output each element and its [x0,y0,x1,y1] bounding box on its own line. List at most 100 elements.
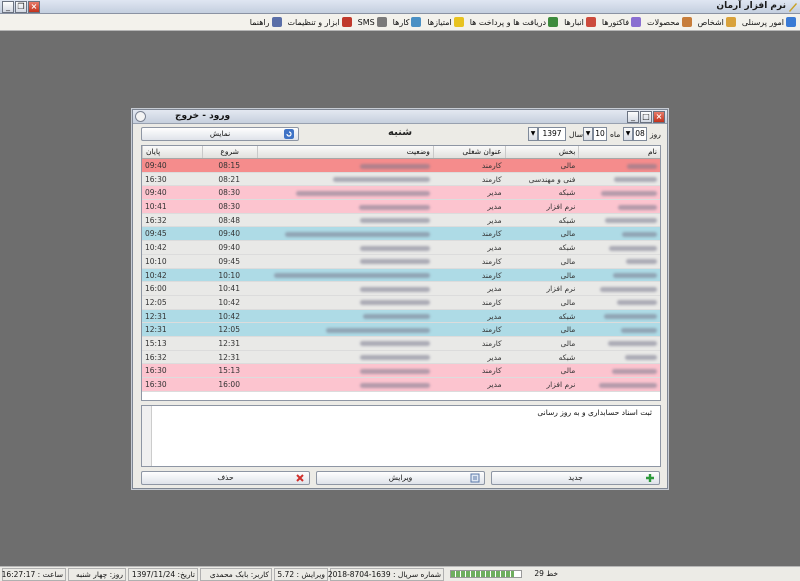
payment-icon [548,17,559,27]
redacted-name [625,355,658,361]
redacted-text [325,327,430,333]
status-serial: شماره سریال : 1639-8704-2018 [328,568,444,581]
menu-item-tools[interactable]: ابزار و تنظیمات [288,17,352,27]
cell-status [257,364,433,377]
cell-end: 16:32 [145,215,167,225]
close-button[interactable]: × [28,1,40,13]
dialog-menu-icon[interactable] [135,111,146,122]
menu-item-invoice[interactable]: فاکتورها [602,17,642,27]
menu-item-label: اشخاص [697,17,724,27]
status-progress-bar [450,570,522,578]
redacted-text [359,286,430,292]
col-department[interactable]: بخش [504,146,579,158]
menu-item-personnel[interactable]: امور پرسنلی [742,17,796,27]
table-row[interactable]: 10:42 09:40 مدیر شبکه [142,241,660,255]
cell-start: 09:45 [218,256,240,266]
cell-status [257,173,433,186]
show-button[interactable]: نمایش [141,127,299,141]
date-controls: نمایش شنبه ▼ 1397 سال ▼ 10 ماه ▼ 08 روز [133,127,667,143]
col-start[interactable]: شروع [201,146,257,158]
cell-start: 08:48 [218,215,240,225]
delete-button[interactable]: حذف [141,471,310,485]
table-row[interactable]: 10:42 10:10 کارمند مالی [142,268,660,283]
cell-end: 15:13 [145,338,167,348]
cell-start: 08:30 [218,202,240,212]
table-row[interactable]: 09:40 08:15 کارمند مالی [142,159,660,173]
table-row[interactable]: 16:30 15:13 کارمند مالی [142,364,660,378]
cell-name [578,310,660,323]
cell-end: 10:42 [145,270,167,280]
cell-status [257,241,433,254]
menu-item-product[interactable]: محصولات [647,17,692,27]
delete-button-label: حذف [217,473,234,482]
col-end[interactable]: پایان [142,146,202,158]
cell-job-title: کارمند [481,338,502,348]
cell-end: 16:30 [145,380,167,389]
cell-department: مالی [560,270,576,280]
app-title: نرم افزار آرمان [716,1,786,11]
cell-status [257,227,433,240]
cell-name [578,323,660,336]
menu-item-sms[interactable]: SMS [358,17,387,27]
col-name[interactable]: نام [578,146,660,158]
cell-end: 12:31 [145,311,167,321]
col-status[interactable]: وضعیت [256,146,433,158]
table-row[interactable]: 09:45 09:40 کارمند مالی [142,227,660,242]
table-row[interactable]: 16:32 12:31 مدیر شبکه [142,350,660,365]
menu-item-people[interactable]: اشخاص [698,17,736,27]
redacted-text [359,368,430,374]
description-box[interactable]: ثبت اسناد حسابداری و به روز رسانی [141,405,661,467]
table-row[interactable]: 10:10 09:45 کارمند مالی [142,254,660,269]
edit-button[interactable]: ویرایش [316,471,485,485]
menu-item-star[interactable]: امتیازها [427,17,464,27]
table-row[interactable]: 12:31 12:05 کارمند مالی [142,323,660,337]
table-row[interactable]: 10:41 08:30 مدیر نرم افزار [142,200,660,214]
cell-department: شبکه [558,188,576,198]
app-title-bar: _ ❐ × نرم افزار آرمان [0,0,800,14]
table-row[interactable]: 15:13 12:31 کارمند مالی [142,336,660,351]
month-dropdown-button[interactable]: ▼ [583,127,593,141]
table-row[interactable]: 09:40 08:30 مدیر شبکه [142,186,660,201]
help-icon [271,17,282,27]
status-date: تاریخ: 1397/11/24 [128,568,198,581]
menu-item-warehouse[interactable]: انبارها [564,17,596,27]
table-row[interactable]: 12:31 10:42 مدیر شبکه [142,309,660,324]
minimize-button[interactable]: _ [2,1,14,13]
description-scrollbar[interactable] [142,406,152,466]
year-field[interactable]: 1397 [538,127,566,141]
cell-job-title: مدیر [487,202,502,212]
table-row[interactable]: 16:30 08:21 کارمند فنی و مهندسی [142,172,660,187]
menu-bar: امور پرسنلی اشخاص محصولات فاکتورها انبارها در… [0,14,800,31]
menu-item-payment[interactable]: دریافت ها و پرداخت ها [470,17,559,27]
redacted-text [358,204,430,210]
month-field[interactable]: 10 [593,127,607,141]
menu-item-label: راهنما [249,17,270,27]
cell-job-title: مدیر [487,352,502,362]
invoice-icon [631,17,642,27]
cell-start: 09:40 [218,243,240,253]
menu-item-help[interactable]: راهنما [250,17,282,27]
cell-name [578,159,660,172]
year-dropdown-button[interactable]: ▼ [528,127,538,141]
new-button[interactable]: جدید [491,471,660,485]
restore-button[interactable]: ❐ [15,1,27,13]
cell-start: 08:21 [218,174,240,184]
redacted-text [359,341,430,347]
dialog-close-button[interactable]: × [653,111,665,123]
month-label: ماه [610,130,621,139]
table-row[interactable]: 16:32 08:48 مدیر شبکه [142,213,660,228]
dialog-minimize-button[interactable]: _ [627,111,639,123]
cell-end: 16:30 [145,174,167,184]
col-job-title[interactable]: عنوان شغلی [432,146,505,158]
day-field[interactable]: 08 [633,127,647,141]
table-row[interactable]: 16:30 16:00 مدیر نرم افزار [142,378,660,392]
cell-status [257,323,433,336]
table-row[interactable]: 12:05 10:42 کارمند مالی [142,295,660,310]
dialog-maximize-button[interactable]: □ [640,111,652,123]
attendance-table[interactable]: پایان شروع وضعیت عنوان شغلی بخش نام 09:4… [141,145,661,401]
status-time: ساعت : 16:27:17 [2,568,66,581]
menu-item-tasks[interactable]: کارها [393,17,422,27]
table-row[interactable]: 16:00 10:41 مدیر نرم افزار [142,282,660,296]
cell-job-title: مدیر [487,284,502,294]
day-dropdown-button[interactable]: ▼ [623,127,633,141]
